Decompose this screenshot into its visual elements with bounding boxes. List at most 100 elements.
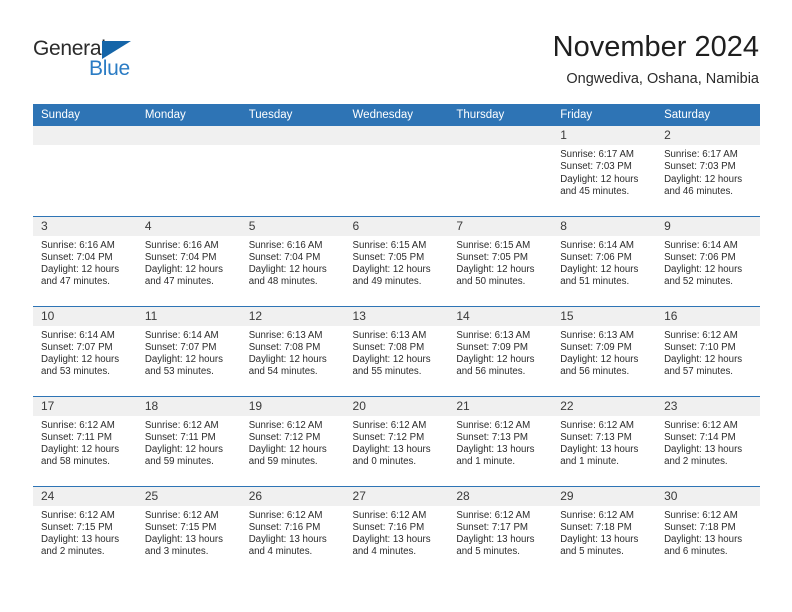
calendar-day-cell[interactable]: 25 Sunrise: 6:12 AM Sunset: 7:15 PM Dayligh…: [136, 485, 241, 576]
day-number: [448, 126, 553, 145]
calendar-day-cell[interactable]: 7 Sunrise: 6:15 AM Sunset: 7:05 PM Daylight…: [448, 215, 553, 306]
day-number: 28: [448, 486, 553, 506]
calendar-day-cell[interactable]: 12 Sunrise: 6:13 AM Sunset: 7:08 PM Dayligh…: [240, 305, 345, 396]
calendar-day-cell[interactable]: 28 Sunrise: 6:12 AM Sunset: 7:17 PM Dayligh…: [448, 485, 553, 576]
calendar-day-cell[interactable]: 16 Sunrise: 6:12 AM Sunset: 7:10 PM Dayligh…: [656, 305, 760, 396]
calendar-day-cell-empty: [448, 126, 553, 216]
calendar-day-cell[interactable]: 9 Sunrise: 6:14 AM Sunset: 7:06 PM Daylight…: [656, 215, 760, 306]
day-info-line: Sunset: 7:16 PM: [248, 521, 321, 533]
day-info-line: and 5 minutes.: [560, 546, 624, 558]
day-sun-info: Sunrise: 6:15 AM Sunset: 7:05 PM Daylight:…: [448, 236, 552, 289]
day-info-line: Sunrise: 6:12 AM: [456, 509, 531, 521]
day-number: 7: [448, 216, 553, 236]
day-info-line: Sunrise: 6:12 AM: [248, 509, 323, 521]
day-info-line: and 52 minutes.: [664, 276, 733, 288]
day-sun-info: Sunrise: 6:14 AM Sunset: 7:07 PM Daylight:…: [137, 326, 241, 379]
calendar-day-cell[interactable]: 13 Sunrise: 6:13 AM Sunset: 7:08 PM Dayligh…: [344, 305, 449, 396]
day-info-line: and 56 minutes.: [456, 366, 526, 378]
day-info-line: Sunset: 7:03 PM: [560, 161, 632, 173]
day-sun-info: Sunrise: 6:12 AM Sunset: 7:15 PM Daylight:…: [137, 506, 241, 559]
day-number: 25: [136, 486, 241, 506]
calendar-day-cell[interactable]: 26 Sunrise: 6:12 AM Sunset: 7:16 PM Dayligh…: [240, 485, 345, 576]
weekday-header-tuesday: Tuesday: [240, 104, 345, 126]
day-number: 1: [552, 126, 657, 145]
day-sun-info: [241, 145, 345, 149]
calendar-day-cell-empty: [344, 126, 449, 216]
day-number: 11: [136, 306, 241, 326]
day-info-line: and 2 minutes.: [664, 456, 728, 468]
day-info-line: Sunset: 7:13 PM: [560, 431, 632, 443]
calendar-day-cell[interactable]: 22 Sunrise: 6:12 AM Sunset: 7:13 PM Dayligh…: [552, 395, 657, 486]
day-sun-info: Sunrise: 6:17 AM Sunset: 7:03 PM Daylight:…: [656, 145, 760, 198]
calendar-day-cell[interactable]: 18 Sunrise: 6:12 AM Sunset: 7:11 PM Dayligh…: [136, 395, 241, 486]
day-info-line: Daylight: 12 hours: [248, 354, 327, 366]
day-cell-inner: 2 Sunrise: 6:17 AM Sunset: 7:03 PM Daylight…: [656, 126, 760, 215]
day-info-line: and 50 minutes.: [456, 276, 526, 288]
day-info-line: Daylight: 12 hours: [664, 354, 743, 366]
day-info-line: Daylight: 13 hours: [664, 444, 743, 456]
calendar-day-cell[interactable]: 23 Sunrise: 6:12 AM Sunset: 7:14 PM Dayligh…: [656, 395, 760, 486]
day-info-line: Sunset: 7:08 PM: [248, 341, 321, 353]
calendar-day-cell[interactable]: 19 Sunrise: 6:12 AM Sunset: 7:12 PM Dayligh…: [240, 395, 345, 486]
day-info-line: Sunrise: 6:15 AM: [352, 239, 427, 251]
calendar-day-cell[interactable]: 6 Sunrise: 6:15 AM Sunset: 7:05 PM Daylight…: [344, 215, 449, 306]
day-info-line: Sunset: 7:16 PM: [352, 521, 425, 533]
day-sun-info: Sunrise: 6:15 AM Sunset: 7:05 PM Daylight:…: [345, 236, 449, 289]
calendar-day-cell[interactable]: 20 Sunrise: 6:12 AM Sunset: 7:12 PM Dayligh…: [344, 395, 449, 486]
calendar-day-cell[interactable]: 15 Sunrise: 6:13 AM Sunset: 7:09 PM Dayligh…: [552, 305, 657, 396]
calendar-day-cell[interactable]: 3 Sunrise: 6:16 AM Sunset: 7:04 PM Daylight…: [33, 215, 137, 306]
day-info-line: Daylight: 13 hours: [248, 534, 327, 546]
day-number: 22: [552, 396, 657, 416]
calendar-day-cell[interactable]: 2 Sunrise: 6:17 AM Sunset: 7:03 PM Daylight…: [656, 126, 760, 216]
day-info-line: Sunset: 7:14 PM: [664, 431, 736, 443]
day-info-line: Sunset: 7:15 PM: [41, 521, 113, 533]
day-info-line: and 47 minutes.: [144, 276, 214, 288]
day-cell-inner: 30 Sunrise: 6:12 AM Sunset: 7:18 PM Dayligh…: [656, 486, 760, 576]
day-cell-inner: 20 Sunrise: 6:12 AM Sunset: 7:12 PM Dayligh…: [344, 396, 449, 486]
day-info-line: Sunset: 7:07 PM: [41, 341, 113, 353]
day-sun-info: Sunrise: 6:17 AM Sunset: 7:03 PM Daylight:…: [552, 145, 656, 198]
day-cell-inner: [33, 126, 137, 215]
day-number: 6: [344, 216, 449, 236]
page-title: November 2024: [552, 31, 759, 63]
day-number: 2: [656, 126, 760, 145]
day-info-line: Sunrise: 6:14 AM: [41, 329, 115, 341]
day-info-line: Sunrise: 6:13 AM: [456, 329, 531, 341]
day-number: 19: [240, 396, 345, 416]
calendar-day-cell[interactable]: 10 Sunrise: 6:14 AM Sunset: 7:07 PM Dayligh…: [33, 305, 137, 396]
day-cell-inner: 4 Sunrise: 6:16 AM Sunset: 7:04 PM Daylight…: [136, 216, 241, 306]
day-info-line: Daylight: 12 hours: [664, 264, 743, 276]
day-cell-inner: [240, 126, 345, 215]
day-sun-info: Sunrise: 6:12 AM Sunset: 7:13 PM Daylight:…: [552, 416, 656, 469]
day-info-line: and 5 minutes.: [456, 546, 520, 558]
day-sun-info: [345, 145, 449, 149]
calendar-day-cell[interactable]: 11 Sunrise: 6:14 AM Sunset: 7:07 PM Dayligh…: [136, 305, 241, 396]
calendar-day-cell[interactable]: 8 Sunrise: 6:14 AM Sunset: 7:06 PM Daylight…: [552, 215, 657, 306]
day-info-line: Sunset: 7:04 PM: [248, 251, 321, 263]
calendar-day-cell[interactable]: 4 Sunrise: 6:16 AM Sunset: 7:04 PM Daylight…: [136, 215, 241, 306]
day-number: 12: [240, 306, 345, 326]
day-info-line: Daylight: 13 hours: [352, 444, 431, 456]
calendar-day-cell[interactable]: 5 Sunrise: 6:16 AM Sunset: 7:04 PM Daylight…: [240, 215, 345, 306]
day-info-line: Sunrise: 6:17 AM: [664, 149, 738, 160]
weekday-header-sunday: Sunday: [33, 104, 137, 126]
calendar-day-cell[interactable]: 1 Sunrise: 6:17 AM Sunset: 7:03 PM Daylight…: [552, 126, 657, 216]
calendar-day-cell[interactable]: 24 Sunrise: 6:12 AM Sunset: 7:15 PM Dayligh…: [33, 485, 137, 576]
day-info-line: Sunset: 7:07 PM: [144, 341, 217, 353]
calendar-day-cell[interactable]: 29 Sunrise: 6:12 AM Sunset: 7:18 PM Dayligh…: [552, 485, 657, 576]
calendar-day-cell[interactable]: 27 Sunrise: 6:12 AM Sunset: 7:16 PM Dayligh…: [344, 485, 449, 576]
day-info-line: and 53 minutes.: [144, 366, 214, 378]
day-info-line: and 59 minutes.: [248, 456, 318, 468]
day-info-line: Sunset: 7:18 PM: [664, 521, 736, 533]
day-info-line: Sunrise: 6:12 AM: [664, 419, 738, 431]
calendar-day-cell[interactable]: 21 Sunrise: 6:12 AM Sunset: 7:13 PM Dayligh…: [448, 395, 553, 486]
day-number: [240, 126, 345, 145]
generalblue-logo[interactable]: General Blue: [33, 37, 163, 83]
day-cell-inner: 1 Sunrise: 6:17 AM Sunset: 7:03 PM Daylight…: [552, 126, 657, 215]
weekday-header-wednesday: Wednesday: [344, 104, 449, 126]
calendar-day-cell[interactable]: 30 Sunrise: 6:12 AM Sunset: 7:18 PM Dayligh…: [656, 485, 760, 576]
calendar-day-cell[interactable]: 14 Sunrise: 6:13 AM Sunset: 7:09 PM Dayligh…: [448, 305, 553, 396]
calendar-day-cell-empty: [240, 126, 345, 216]
day-info-line: Daylight: 13 hours: [560, 534, 639, 546]
calendar-day-cell[interactable]: 17 Sunrise: 6:12 AM Sunset: 7:11 PM Dayligh…: [33, 395, 137, 486]
